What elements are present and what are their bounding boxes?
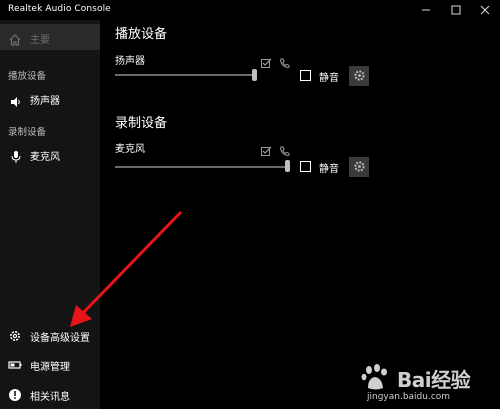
baidu-watermark: Bai经验 jingyan.baidu.com: [355, 362, 495, 407]
watermark-url: jingyan.baidu.com: [367, 392, 451, 402]
app-window: Realtek Audio Console 主要 播放设备 扬声器 录制设备 麦…: [0, 0, 500, 409]
watermark-brand: Bai经验: [397, 368, 471, 392]
annotation-arrow: [70, 211, 182, 327]
paw-logo: [361, 364, 387, 390]
